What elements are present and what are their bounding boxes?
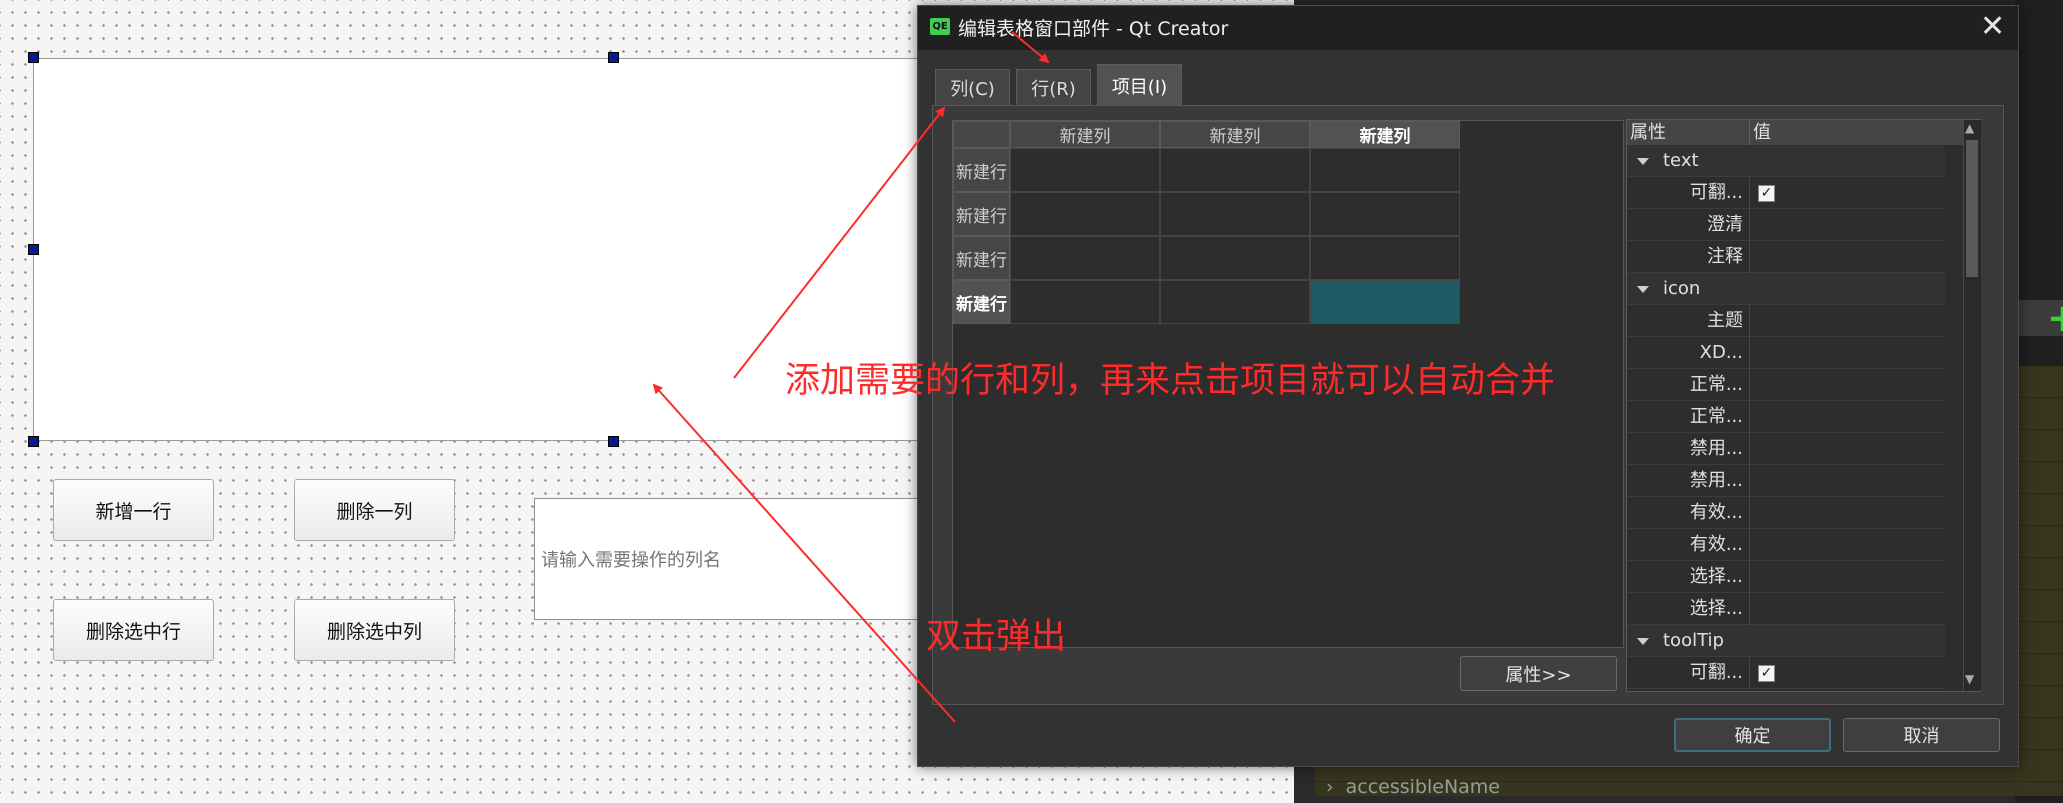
tab-columns[interactable]: 列(C): [935, 69, 1010, 105]
scroll-up-icon[interactable]: ▲: [1965, 121, 1974, 135]
delete-selected-column-button[interactable]: 删除选中列: [294, 599, 455, 661]
resize-handle[interactable]: [28, 436, 39, 447]
scroll-down-icon[interactable]: ▼: [1965, 672, 1974, 686]
property-label: 有效...: [1627, 529, 1750, 561]
property-label: 选择...: [1627, 561, 1750, 593]
property-label: 主题: [1627, 305, 1750, 337]
property-label: 正常...: [1627, 369, 1750, 401]
property-row[interactable]: 选择...: [1627, 593, 1945, 625]
tab-rows[interactable]: 行(R): [1016, 69, 1091, 105]
translatable-checkbox[interactable]: ✓: [1758, 185, 1775, 202]
cancel-button[interactable]: 取消: [1843, 718, 2000, 752]
property-label: text: [1663, 150, 1699, 171]
property-label: 可翻...: [1627, 177, 1750, 209]
table-cell[interactable]: [1010, 148, 1160, 192]
property-row[interactable]: 可翻... ✓: [1627, 177, 1945, 209]
table-cell[interactable]: [1160, 192, 1310, 236]
property-row[interactable]: 注释: [1627, 241, 1945, 273]
property-row[interactable]: 禁用...: [1627, 465, 1945, 497]
property-label: 禁用...: [1627, 433, 1750, 465]
scrollbar-thumb[interactable]: [1966, 140, 1978, 277]
column-header[interactable]: 新建列: [1160, 121, 1310, 148]
resize-handle[interactable]: [608, 52, 619, 63]
row-header[interactable]: 新建行: [953, 236, 1010, 280]
property-group-row[interactable]: toolTip: [1627, 625, 1945, 657]
table-cell[interactable]: [1160, 148, 1310, 192]
table-cell[interactable]: [1160, 280, 1310, 324]
property-label: XD...: [1627, 337, 1750, 369]
properties-toggle-button[interactable]: 属性>>: [1460, 656, 1617, 691]
delete-selected-row-button[interactable]: 删除选中行: [53, 599, 214, 661]
table-cell[interactable]: [1010, 280, 1160, 324]
resize-handle[interactable]: [28, 244, 39, 255]
column-name-placeholder: 请输入需要操作的列名: [541, 550, 721, 571]
column-header[interactable]: 新建列: [1010, 121, 1160, 148]
plus-icon[interactable]: +: [2047, 299, 2063, 337]
row-header[interactable]: 新建行: [953, 192, 1010, 236]
property-row[interactable]: XD...: [1627, 337, 1945, 369]
row-header-current[interactable]: 新建行: [953, 280, 1010, 324]
table-cell[interactable]: [1160, 236, 1310, 280]
value-header: 值: [1750, 120, 1964, 145]
property-label: 澄清: [1627, 209, 1750, 241]
property-row[interactable]: 有效...: [1627, 529, 1945, 561]
property-label: 选择...: [1627, 593, 1750, 625]
resize-handle[interactable]: [28, 52, 39, 63]
property-row[interactable]: 主题: [1627, 305, 1945, 337]
property-group-row[interactable]: icon: [1627, 273, 1945, 305]
property-group-row[interactable]: text: [1627, 145, 1945, 177]
property-row[interactable]: 有效...: [1627, 497, 1945, 529]
table-cell[interactable]: [1310, 192, 1460, 236]
row-header[interactable]: 新建行: [953, 148, 1010, 192]
add-row-button[interactable]: 新增一行: [53, 479, 214, 541]
table-cell[interactable]: [1010, 192, 1160, 236]
property-grid[interactable]: 属性 值 text 可翻... ✓ 澄清 注释 icon 主题 XD... 正常... 正常...…: [1626, 119, 1981, 692]
delete-column-button[interactable]: 删除一列: [294, 479, 455, 541]
close-icon[interactable]: ✕: [1980, 12, 2005, 42]
ide-property-row[interactable]: › accessibleName: [1316, 770, 1616, 803]
property-row[interactable]: 澄清: [1627, 209, 1945, 241]
qt-creator-logo: QE: [930, 18, 950, 35]
resize-handle[interactable]: [608, 436, 619, 447]
property-label: 有效...: [1627, 497, 1750, 529]
table-cell[interactable]: [1310, 148, 1460, 192]
dialog-title: 编辑表格窗口部件 - Qt Creator: [958, 18, 1229, 40]
annotation-merge-hint: 添加需要的行和列，再来点击项目就可以自动合并: [785, 361, 1556, 401]
ok-button[interactable]: 确定: [1674, 718, 1831, 752]
title-bar[interactable]: QE 编辑表格窗口部件 - Qt Creator ✕: [918, 6, 2018, 50]
property-label: 禁用...: [1627, 465, 1750, 497]
ide-property-label: accessibleName: [1345, 775, 1500, 798]
chevron-right-icon: ›: [1326, 775, 1334, 798]
property-row[interactable]: 禁用...: [1627, 433, 1945, 465]
table-cell[interactable]: [1310, 236, 1460, 280]
column-header-current[interactable]: 新建列: [1310, 121, 1460, 148]
table-corner: [953, 121, 1010, 148]
property-label: icon: [1663, 278, 1701, 299]
property-label: toolTip: [1663, 630, 1724, 651]
translatable-checkbox[interactable]: ✓: [1758, 665, 1775, 682]
tab-items[interactable]: 项目(I): [1097, 64, 1182, 106]
property-row[interactable]: 正常...: [1627, 401, 1945, 433]
table-cell[interactable]: [1010, 236, 1160, 280]
property-row[interactable]: 正常...: [1627, 369, 1945, 401]
annotation-double-click: 双击弹出: [926, 617, 1067, 657]
property-header: 属性: [1627, 120, 1750, 145]
property-label: 注释: [1627, 241, 1750, 273]
table-cell-selected[interactable]: [1310, 280, 1460, 324]
column-name-input[interactable]: 请输入需要操作的列名: [534, 498, 974, 620]
property-label: 可翻...: [1627, 657, 1750, 689]
property-row[interactable]: 选择...: [1627, 561, 1945, 593]
property-label: 正常...: [1627, 401, 1750, 433]
property-row[interactable]: 可翻... ✓: [1627, 657, 1945, 689]
